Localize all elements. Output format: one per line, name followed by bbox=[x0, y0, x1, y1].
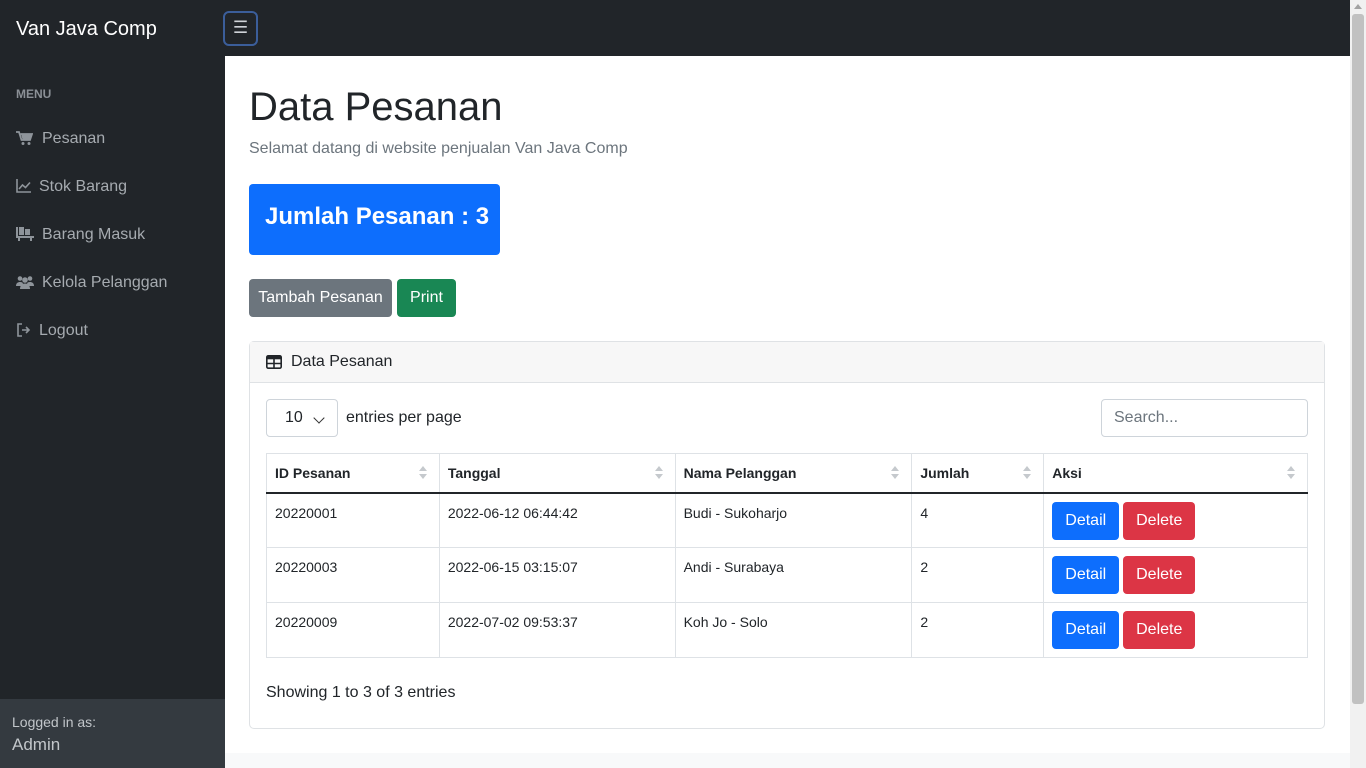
cell-nama: Andi - Surabaya bbox=[674, 547, 913, 603]
table-icon bbox=[266, 355, 282, 369]
detail-button[interactable]: Detail bbox=[1052, 611, 1120, 649]
sort-icon bbox=[418, 466, 427, 480]
cell-nama: Budi - Sukoharjo bbox=[674, 492, 913, 548]
page-title: Data Pesanan bbox=[249, 85, 503, 129]
sort-icon bbox=[891, 466, 900, 480]
sidebar-item-pesanan[interactable]: Pesanan bbox=[16, 129, 105, 149]
entries-per-page-select[interactable]: 10 bbox=[266, 399, 338, 437]
add-order-button[interactable]: Tambah Pesanan bbox=[249, 279, 392, 317]
order-count-card: Jumlah Pesanan : 3 bbox=[249, 184, 500, 255]
table-header-row: ID Pesanan Tanggal Nama Pelanggan Jumlah… bbox=[266, 453, 1308, 494]
top-navbar: Van Java Comp ☰ bbox=[0, 0, 1350, 56]
sidebar: MENU Pesanan Stok Barang Barang Masuk Ke… bbox=[0, 56, 225, 768]
cell-tanggal: 2022-06-15 03:15:07 bbox=[438, 547, 676, 603]
brand-link[interactable]: Van Java Comp bbox=[16, 16, 157, 42]
card-title: Data Pesanan bbox=[291, 353, 393, 370]
delete-button[interactable]: Delete bbox=[1123, 611, 1196, 649]
cell-tanggal: 2022-07-02 09:53:37 bbox=[438, 602, 676, 658]
sidebar-item-label: Pesanan bbox=[42, 130, 106, 147]
cell-id: 20220009 bbox=[266, 602, 440, 658]
footer-strip bbox=[225, 753, 1350, 768]
entries-per-page-value: 10 bbox=[285, 409, 303, 426]
detail-button[interactable]: Detail bbox=[1052, 501, 1120, 540]
search-input[interactable] bbox=[1101, 399, 1308, 437]
scroll-up-arrow-icon[interactable] bbox=[1354, 4, 1362, 9]
sidebar-toggle-button[interactable]: ☰ bbox=[223, 11, 258, 46]
pallet-icon bbox=[16, 227, 34, 243]
logged-in-user: Admin bbox=[12, 735, 61, 754]
delete-button[interactable]: Delete bbox=[1123, 556, 1196, 594]
page-scrollbar[interactable] bbox=[1350, 0, 1366, 768]
table-row: 20220003 2022-06-15 03:15:07 Andi - Sura… bbox=[266, 547, 1308, 603]
cell-jumlah: 2 bbox=[911, 547, 1045, 603]
chevron-down-icon bbox=[313, 412, 325, 424]
card-header: Data Pesanan bbox=[250, 342, 1324, 383]
cell-aksi: Detail Delete bbox=[1043, 602, 1308, 658]
column-header-aksi[interactable]: Aksi bbox=[1043, 453, 1308, 494]
column-header-tanggal[interactable]: Tanggal bbox=[438, 453, 676, 494]
sort-icon bbox=[1287, 466, 1295, 480]
sidebar-item-logout[interactable]: Logout bbox=[16, 321, 88, 341]
cell-id: 20220003 bbox=[266, 547, 440, 603]
cell-id: 20220001 bbox=[266, 492, 440, 548]
cell-jumlah: 4 bbox=[911, 492, 1045, 548]
column-header-nama[interactable]: Nama Pelanggan bbox=[674, 453, 913, 494]
scrollbar-thumb[interactable] bbox=[1352, 14, 1364, 704]
sidebar-item-label: Kelola Pelanggan bbox=[42, 274, 168, 291]
sign-out-icon bbox=[16, 323, 32, 339]
table-row: 20220009 2022-07-02 09:53:37 Koh Jo - So… bbox=[266, 602, 1308, 658]
column-header-id[interactable]: ID Pesanan bbox=[266, 453, 440, 494]
sidebar-item-label: Stok Barang bbox=[39, 178, 128, 195]
sort-icon bbox=[1023, 466, 1032, 480]
sort-icon bbox=[654, 466, 663, 480]
sidebar-footer: Logged in as: Admin bbox=[0, 699, 225, 768]
delete-button[interactable]: Delete bbox=[1123, 501, 1196, 540]
main-content: Data Pesanan Selamat datang di website p… bbox=[225, 56, 1350, 768]
sidebar-item-label: Barang Masuk bbox=[42, 226, 146, 243]
cell-nama: Koh Jo - Solo bbox=[674, 602, 913, 658]
cell-aksi: Detail Delete bbox=[1043, 547, 1308, 603]
sidebar-heading: MENU bbox=[16, 87, 52, 101]
chart-line-icon bbox=[16, 179, 32, 195]
hamburger-icon: ☰ bbox=[232, 18, 249, 37]
cart-icon bbox=[16, 131, 34, 147]
orders-card: Data Pesanan 10 entries per page ID Pesa… bbox=[249, 341, 1325, 729]
sidebar-item-kelola-pelanggan[interactable]: Kelola Pelanggan bbox=[16, 273, 167, 293]
users-icon bbox=[16, 275, 34, 291]
orders-table: ID Pesanan Tanggal Nama Pelanggan Jumlah… bbox=[266, 453, 1308, 658]
cell-jumlah: 2 bbox=[911, 602, 1045, 658]
sidebar-item-stok-barang[interactable]: Stok Barang bbox=[16, 177, 127, 197]
entries-per-page-label: entries per page bbox=[346, 409, 462, 426]
logged-in-label: Logged in as: bbox=[12, 714, 97, 730]
table-row: 20220001 2022-06-12 06:44:42 Budi - Suko… bbox=[266, 492, 1308, 548]
cell-tanggal: 2022-06-12 06:44:42 bbox=[438, 492, 676, 548]
table-info: Showing 1 to 3 of 3 entries bbox=[266, 684, 456, 701]
cell-aksi: Detail Delete bbox=[1043, 492, 1308, 548]
sidebar-item-barang-masuk[interactable]: Barang Masuk bbox=[16, 225, 145, 245]
column-header-jumlah[interactable]: Jumlah bbox=[911, 453, 1045, 494]
sidebar-item-label: Logout bbox=[39, 322, 88, 339]
detail-button[interactable]: Detail bbox=[1052, 556, 1120, 594]
print-button[interactable]: Print bbox=[397, 279, 456, 317]
page-subtitle: Selamat datang di website penjualan Van … bbox=[249, 140, 628, 157]
